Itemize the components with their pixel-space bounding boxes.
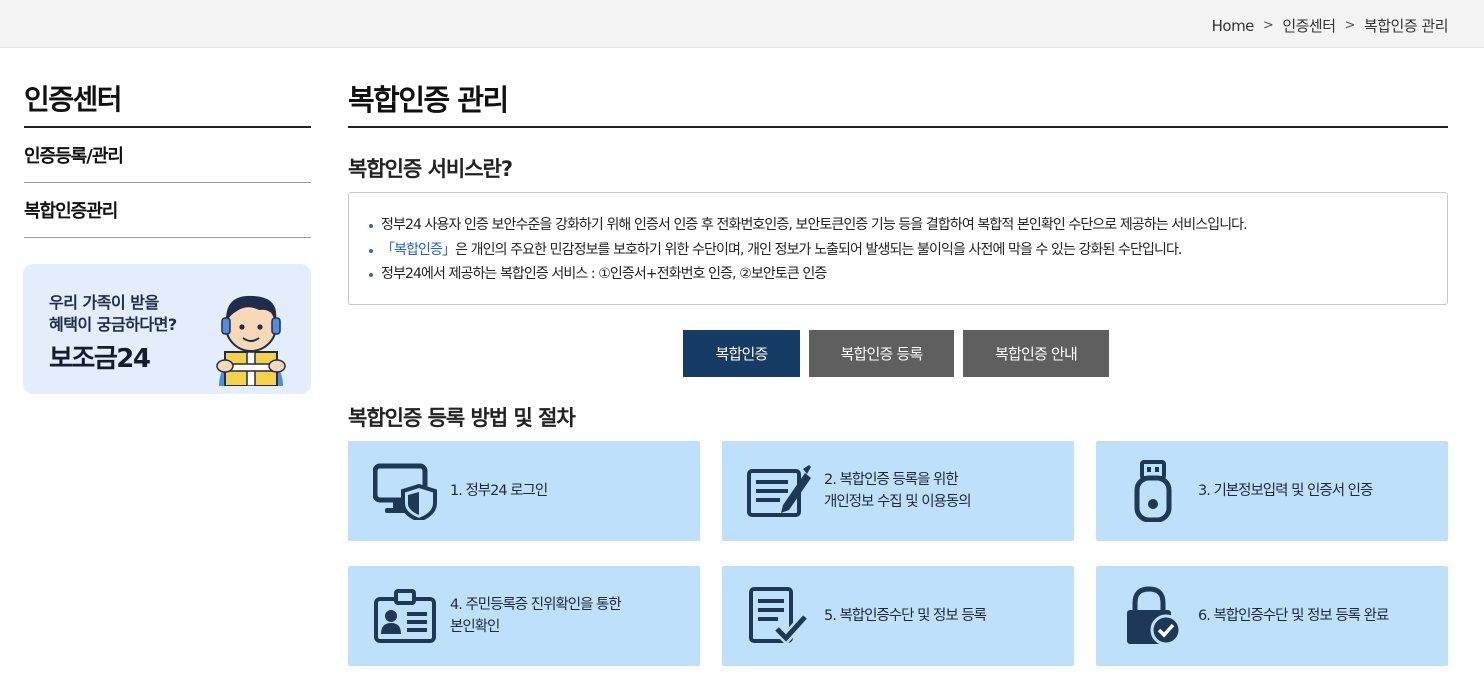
service-info-box: 정부24 사용자 인증 보안수준을 강화하기 위해 인증서 인증 후 전화번호인…	[348, 192, 1448, 305]
step-card-2: 2. 복합인증 등록을 위한 개인정보 수집 및 이용동의	[722, 441, 1074, 541]
info-item: 정부24에서 제공하는 복합인증 서비스 : ①인증서+전화번호 인증, ②보안…	[367, 262, 1447, 287]
banner-brand: 보조금24	[49, 344, 151, 374]
step-line: 3. 기본정보입력 및 인증서 인증	[1198, 483, 1373, 499]
intro-heading: 복합인증 서비스란?	[348, 157, 513, 181]
step-line: 4. 주민등록증 진위확인을 통한	[450, 597, 622, 613]
step-text: 5. 복합인증수단 및 정보 등록	[824, 605, 987, 627]
step-card-6: 6. 복합인증수단 및 정보 등록 완료	[1096, 566, 1448, 666]
breadcrumb-home[interactable]: Home	[1212, 17, 1255, 35]
tab-complex-auth-register[interactable]: 복합인증 등록	[809, 330, 954, 377]
step-line: 6. 복합인증수단 및 정보 등록 완료	[1198, 608, 1389, 624]
auth-tabs: 복합인증 복합인증 등록 복합인증 안내	[683, 330, 1109, 377]
sidebar-item-auth-register[interactable]: 인증등록/관리	[24, 128, 311, 183]
step-text: 2. 복합인증 등록을 위한 개인정보 수집 및 이용동의	[824, 469, 972, 513]
man-with-gift-illustration	[216, 295, 286, 386]
banner-line2: 혜택이 궁금하다면?	[49, 315, 177, 334]
sidebar-menu: 인증등록/관리 복합인증관리	[24, 128, 311, 238]
tab-complex-auth-guide[interactable]: 복합인증 안내	[963, 330, 1109, 377]
service-info-list: 정부24 사용자 인증 보안수준을 강화하기 위해 인증서 인증 후 전화번호인…	[367, 213, 1447, 287]
usb-token-icon	[1134, 460, 1172, 522]
breadcrumb-auth-center[interactable]: 인증센터	[1282, 15, 1336, 36]
step-text: 6. 복합인증수단 및 정보 등록 완료	[1198, 605, 1389, 627]
info-item: 「복합인증」은 개인의 주요한 민감정보를 보호하기 위한 수단이며, 개인 정…	[367, 238, 1447, 263]
monitor-shield-icon	[373, 463, 437, 520]
tab-complex-auth[interactable]: 복합인증	[683, 330, 800, 377]
info-item: 정부24 사용자 인증 보안수준을 강화하기 위해 인증서 인증 후 전화번호인…	[367, 213, 1447, 238]
id-card-icon	[374, 589, 436, 643]
sidebar-title: 인증센터	[24, 83, 123, 116]
step-line: 개인정보 수집 및 이용동의	[824, 494, 972, 510]
page-title: 복합인증 관리	[348, 83, 509, 117]
form-edit-icon	[747, 465, 811, 517]
complex-auth-highlight: 「복합인증」	[381, 241, 456, 258]
title-divider	[348, 126, 1448, 128]
breadcrumb-separator: >	[1344, 18, 1356, 33]
step-card-1: 1. 정부24 로그인	[348, 441, 700, 541]
subsidy24-banner[interactable]: 우리 가족이 받을 혜택이 궁금하다면? 보조금24	[23, 264, 311, 394]
step-line: 1. 정부24 로그인	[450, 483, 548, 499]
step-text: 3. 기본정보입력 및 인증서 인증	[1198, 480, 1373, 502]
banner-line1: 우리 가족이 받을	[49, 293, 159, 312]
document-check-icon	[749, 587, 809, 645]
breadcrumb-current[interactable]: 복합인증 관리	[1364, 15, 1449, 36]
step-line: 5. 복합인증수단 및 정보 등록	[824, 608, 987, 624]
sidebar-item-complex-auth[interactable]: 복합인증관리	[24, 183, 311, 238]
breadcrumb: Home > 인증센터 > 복합인증 관리	[1212, 15, 1449, 36]
step-card-3: 3. 기본정보입력 및 인증서 인증	[1096, 441, 1448, 541]
step-text: 4. 주민등록증 진위확인을 통한 본인확인	[450, 594, 622, 638]
breadcrumb-separator: >	[1262, 18, 1274, 33]
info-item-text: 은 개인의 주요한 민감정보를 보호하기 위한 수단이며, 개인 정보가 노출되…	[455, 241, 1182, 258]
steps-heading: 복합인증 등록 방법 및 절차	[348, 406, 576, 430]
step-line: 본인확인	[450, 619, 500, 635]
step-card-5: 5. 복합인증수단 및 정보 등록	[722, 566, 1074, 666]
top-bar: Home > 인증센터 > 복합인증 관리	[0, 0, 1484, 48]
step-text: 1. 정부24 로그인	[450, 480, 548, 502]
lock-check-icon	[1127, 586, 1181, 646]
step-line: 2. 복합인증 등록을 위한	[824, 472, 959, 488]
step-card-4: 4. 주민등록증 진위확인을 통한 본인확인	[348, 566, 700, 666]
